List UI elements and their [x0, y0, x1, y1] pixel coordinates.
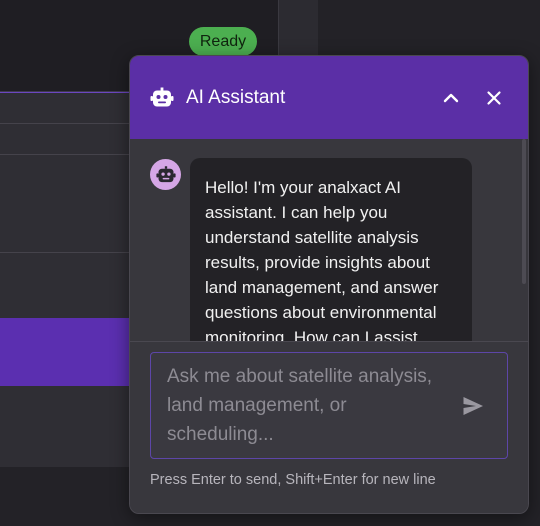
close-icon — [487, 90, 501, 105]
close-button[interactable] — [480, 84, 508, 112]
composer: Press Enter to send, Shift+Enter for new… — [130, 341, 528, 513]
assistant-avatar — [150, 159, 181, 190]
robot-icon — [150, 86, 174, 110]
message-list[interactable]: Hello! I'm your analxact AI assistant. I… — [130, 139, 528, 341]
chat-header: AI Assistant — [130, 56, 528, 139]
input-hint: Press Enter to send, Shift+Enter for new… — [150, 472, 436, 488]
message-input[interactable] — [151, 353, 451, 458]
send-icon — [463, 397, 483, 415]
message-input-box — [150, 352, 508, 459]
robot-icon — [155, 165, 176, 182]
send-button[interactable] — [459, 392, 487, 420]
ai-assistant-panel: AI Assistant Hello! I'm your analxact AI… — [129, 55, 529, 514]
status-badge: Ready — [189, 27, 257, 56]
chat-title: AI Assistant — [186, 86, 286, 108]
assistant-message: Hello! I'm your analxact AI assistant. I… — [190, 158, 472, 341]
messages-scrollbar[interactable] — [522, 139, 526, 284]
chevron-up-icon — [443, 93, 459, 102]
collapse-button[interactable] — [437, 84, 465, 112]
